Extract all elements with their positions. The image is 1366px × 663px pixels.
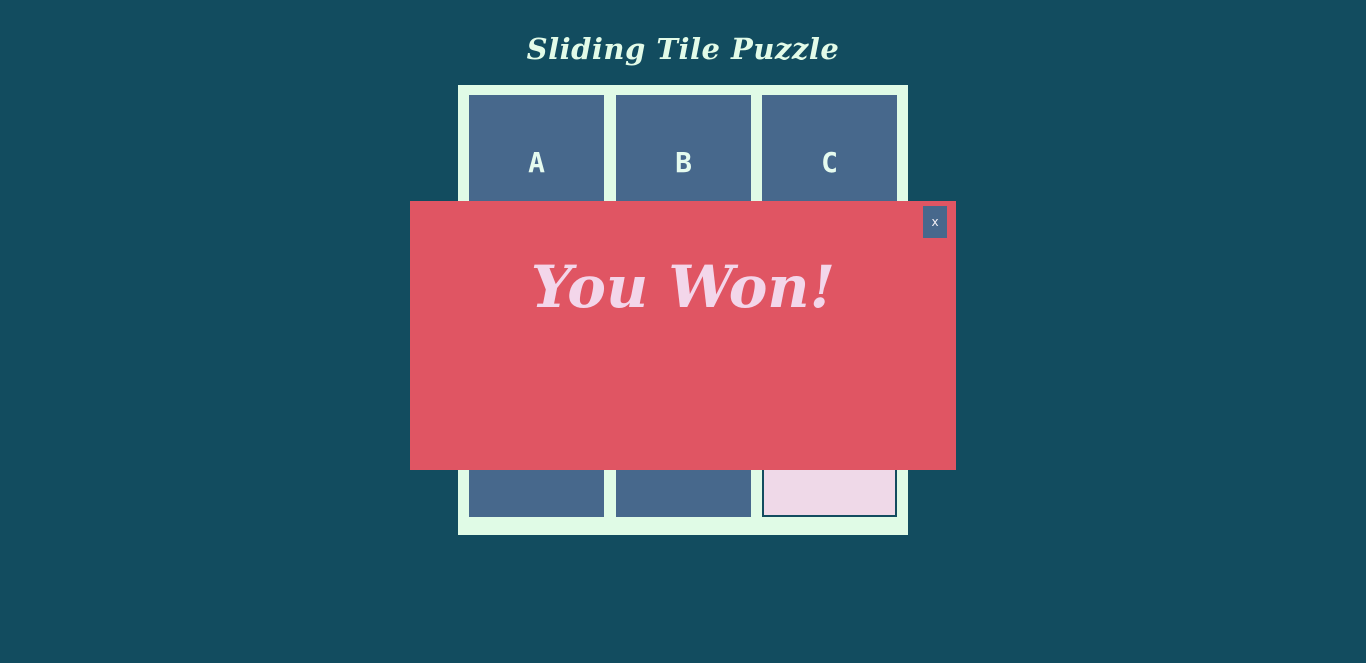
game-page: Sliding Tile Puzzle A B C x You Won!	[0, 0, 1366, 663]
close-button[interactable]: x	[923, 206, 947, 238]
win-message: You Won!	[530, 253, 836, 321]
page-title: Sliding Tile Puzzle	[526, 32, 840, 66]
win-modal: x You Won!	[410, 201, 956, 470]
